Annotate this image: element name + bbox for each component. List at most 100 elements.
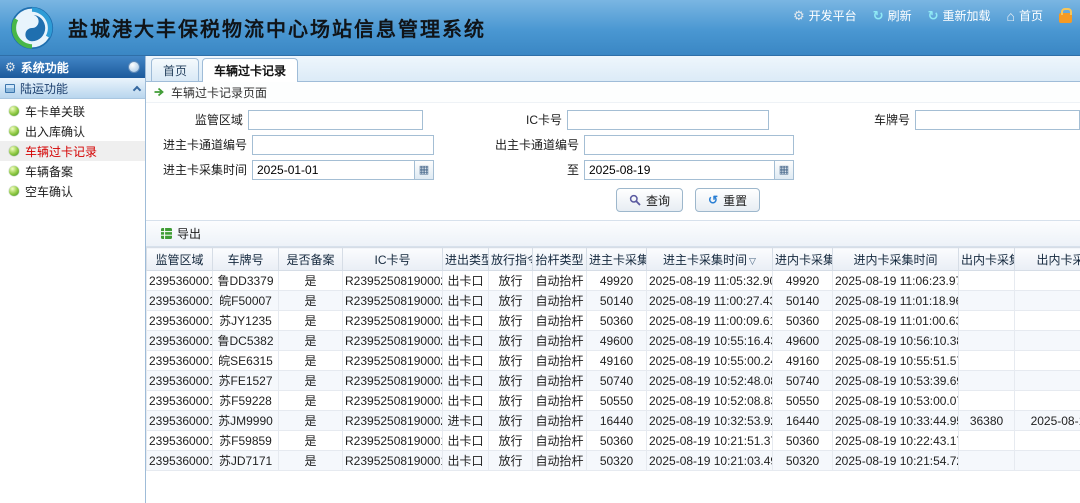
table-row[interactable]: 2395360001皖F50007是R239525081900022出卡口放行自…	[147, 291, 1080, 311]
table-row[interactable]: 2395360001苏JD7171是R239525081900015出卡口放行自…	[147, 451, 1080, 471]
table-cell	[959, 351, 1015, 371]
monitor-area-input[interactable]	[248, 110, 423, 130]
reload-link[interactable]: ↻ 重新加载	[928, 7, 991, 24]
column-header[interactable]: 进出类型	[443, 248, 489, 271]
table-cell: 自动抬杆	[533, 271, 587, 291]
table-cell: 自动抬杆	[533, 291, 587, 311]
sidebar-item-vehicle-pass-records[interactable]: 车辆过卡记录	[0, 141, 145, 161]
table-cell: 2025-08-19 10:33:44.953	[833, 411, 959, 431]
entry-time-to-input[interactable]	[585, 161, 774, 179]
entry-channel-input[interactable]	[252, 135, 434, 155]
sidebar-item-vehicle-registry[interactable]: 车辆备案	[0, 161, 145, 181]
table-row[interactable]: 2395360001苏JY1235是R239525081900020出卡口放行自…	[147, 311, 1080, 331]
home-link[interactable]: ⌂ 首页	[1007, 7, 1043, 24]
column-header[interactable]: 进主卡采集重...	[587, 248, 647, 271]
table-cell	[959, 451, 1015, 471]
table-row[interactable]: 2395360001苏F59228是R239525081900032出卡口放行自…	[147, 391, 1080, 411]
plate-number-input[interactable]	[915, 110, 1080, 130]
table-cell: 苏F59859	[213, 431, 279, 451]
table-cell: 自动抬杆	[533, 391, 587, 411]
export-button[interactable]: 导出	[151, 223, 210, 245]
sort-desc-icon: ▽	[749, 256, 756, 266]
table-row[interactable]: 2395360001苏FE1527是R239525081900033出卡口放行自…	[147, 371, 1080, 391]
column-header[interactable]: 抬杆类型	[533, 248, 587, 271]
menu-item-label: 出入库确认	[25, 123, 85, 140]
column-header[interactable]: 出内卡采集时...	[1015, 248, 1080, 271]
entry-time-from-input[interactable]	[253, 161, 414, 179]
sidebar-item-empty-vehicle-confirm[interactable]: 空车确认	[0, 181, 145, 201]
sidebar-item-card-association[interactable]: 车卡单关联	[0, 101, 145, 121]
monitor-area-label: 监管区域	[146, 111, 248, 128]
column-header[interactable]: IC卡号	[343, 248, 443, 271]
table-cell: 出卡口	[443, 451, 489, 471]
column-header[interactable]: 进内卡采集时间	[833, 248, 959, 271]
table-cell	[1015, 371, 1080, 391]
tab-label: 首页	[163, 62, 187, 79]
column-header[interactable]: 进主卡采集时间▽	[647, 248, 773, 271]
table-cell: 2025-08-19 10:55:16.430	[647, 331, 773, 351]
module-icon	[5, 84, 15, 93]
calendar-icon[interactable]: ▦	[774, 161, 793, 179]
table-cell: 是	[279, 351, 343, 371]
reset-button[interactable]: ↺ 重置	[695, 188, 760, 212]
content-area: 首页 车辆过卡记录 车辆过卡记录页面 监管区域 IC卡号 车牌号 进主	[146, 56, 1080, 503]
table-row[interactable]: 2395360001鲁DD3379是R239525081900024出卡口放行自…	[147, 271, 1080, 291]
to-label: 至	[434, 161, 584, 178]
table-cell: 2025-08-19 11:01:18.967	[833, 291, 959, 311]
grid-toolbar: 导出	[146, 220, 1080, 247]
dev-platform-link[interactable]: ⚙ 开发平台	[793, 7, 857, 24]
table-cell: 苏JM9990	[213, 411, 279, 431]
header-links: ⚙ 开发平台 ↻ 刷新 ↻ 重新加载 ⌂ 首页	[793, 7, 1072, 24]
table-row[interactable]: 2395360001苏F59859是R239525081900019出卡口放行自…	[147, 431, 1080, 451]
entry-time-to-datebox: ▦	[584, 160, 794, 180]
table-cell: 2025-08-19 10:22:43.177	[833, 431, 959, 451]
table-cell: 自动抬杆	[533, 411, 587, 431]
table-cell: 出卡口	[443, 331, 489, 351]
tab-vehicle-pass-records[interactable]: 车辆过卡记录	[202, 58, 298, 82]
bullet-orb-icon	[9, 146, 19, 156]
table-cell: 进卡口	[443, 411, 489, 431]
column-header[interactable]: 进内卡采集重...	[773, 248, 833, 271]
tab-label: 车辆过卡记录	[214, 62, 286, 79]
table-row[interactable]: 2395360001皖SE6315是R239525081900023出卡口放行自…	[147, 351, 1080, 371]
search-icon	[629, 194, 641, 206]
column-header[interactable]: 监管区域	[147, 248, 213, 271]
form-buttons: 查询 ↺ 重置	[146, 182, 1080, 218]
table-cell	[1015, 331, 1080, 351]
sidebar: ⚙ 系统功能 陆运功能 车卡单关联 出入库确认 车辆过卡记录	[0, 56, 146, 503]
table-cell	[1015, 451, 1080, 471]
sidebar-item-inout-confirm[interactable]: 出入库确认	[0, 121, 145, 141]
query-button[interactable]: 查询	[616, 188, 683, 212]
table-cell: 16440	[587, 411, 647, 431]
table-cell: 放行	[489, 391, 533, 411]
column-header[interactable]: 是否备案	[279, 248, 343, 271]
refresh-link[interactable]: ↻ 刷新	[873, 7, 912, 24]
table-cell: 2025-08-19 10:21:03.493	[647, 451, 773, 471]
exit-channel-input[interactable]	[584, 135, 794, 155]
lock-icon[interactable]	[1059, 13, 1072, 23]
sidebar-section-land-transport[interactable]: 陆运功能	[0, 78, 145, 99]
ic-card-input[interactable]	[567, 110, 769, 130]
column-header[interactable]: 车牌号	[213, 248, 279, 271]
search-form: 监管区域 IC卡号 车牌号 进主卡通道编号 出主卡通道编号 进主卡采集时间 ▦	[146, 103, 1080, 218]
table-cell: R239525081900033	[343, 371, 443, 391]
table-cell: 2395360001	[147, 311, 213, 331]
tab-home[interactable]: 首页	[151, 58, 199, 81]
table-cell: 是	[279, 311, 343, 331]
column-header[interactable]: 出内卡采集重...	[959, 248, 1015, 271]
table-row[interactable]: 2395360001苏JM9990是R239525081900029进卡口放行自…	[147, 411, 1080, 431]
column-header[interactable]: 放行指令	[489, 248, 533, 271]
calendar-icon[interactable]: ▦	[414, 161, 433, 179]
table-cell: R239525081900015	[343, 451, 443, 471]
table-cell: 2025-08-19 10:56:10.380	[833, 331, 959, 351]
entry-time-from-datebox: ▦	[252, 160, 434, 180]
table-cell: 自动抬杆	[533, 351, 587, 371]
table-row[interactable]: 2395360001鲁DC5382是R239525081900021出卡口放行自…	[147, 331, 1080, 351]
app-logo	[10, 6, 54, 50]
table-cell	[959, 391, 1015, 411]
reload-icon: ↻	[928, 9, 939, 22]
table-cell: 放行	[489, 291, 533, 311]
table-cell: R239525081900021	[343, 331, 443, 351]
sidebar-pin-button[interactable]	[128, 61, 140, 73]
table-cell: 出卡口	[443, 391, 489, 411]
